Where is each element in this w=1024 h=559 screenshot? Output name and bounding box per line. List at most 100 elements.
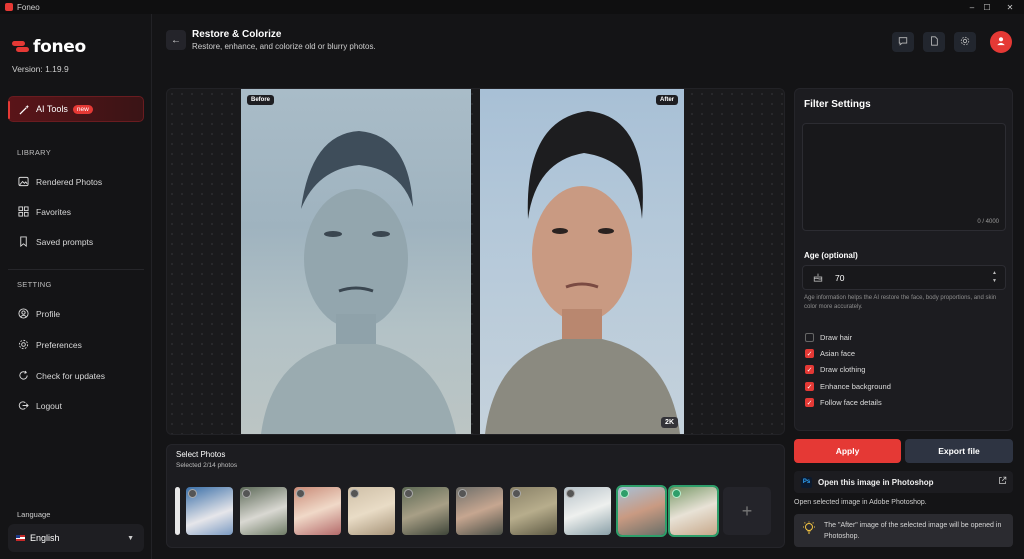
logout-icon [18, 400, 29, 411]
age-label: Age (optional) [804, 251, 858, 260]
photo-thumbnail[interactable] [348, 487, 395, 535]
option-enhance-background[interactable]: ✓ Enhance background [805, 382, 891, 391]
age-input[interactable]: 70 ▲ ▼ [802, 265, 1006, 290]
page-title: Restore & Colorize [192, 29, 282, 40]
sidebar-item-ai-tools[interactable]: AI Tools new [8, 96, 144, 122]
option-asian-face[interactable]: ✓ Asian face [805, 349, 855, 358]
sidebar-item-label: Logout [36, 400, 62, 411]
photoshop-info-box: The "After" image of the selected image … [794, 514, 1013, 547]
language-select[interactable]: English ▼ [8, 524, 144, 552]
chevron-down-icon: ▼ [127, 534, 134, 542]
photo-thumbnail[interactable] [240, 487, 287, 535]
document-button[interactable] [923, 32, 945, 52]
refresh-icon [18, 370, 29, 381]
lightbulb-icon [802, 521, 816, 540]
photo-thumbnail[interactable] [456, 487, 503, 535]
thumbnail-checkbox[interactable] [296, 489, 305, 498]
panel-title: Filter Settings [804, 99, 871, 110]
prompt-textarea[interactable]: 0 / 4000 [802, 123, 1006, 231]
checkbox-checked[interactable]: ✓ [805, 349, 814, 358]
sidebar: foneo Version: 1.19.9 AI Tools new LIBRA… [0, 14, 152, 559]
bookmark-icon [18, 236, 29, 247]
setting-heading: SETTING [17, 280, 52, 289]
stepper-arrows-icon[interactable]: ▲ ▼ [992, 269, 997, 285]
apply-button[interactable]: Apply [794, 439, 901, 463]
cake-icon [813, 272, 823, 284]
before-tag: Before [247, 95, 275, 105]
window-titlebar: Foneo – ☐ ✕ [0, 0, 1024, 14]
settings-button[interactable] [954, 32, 976, 52]
checkbox-checked[interactable]: ✓ [805, 365, 814, 374]
thumbnail-checkbox[interactable] [242, 489, 251, 498]
sidebar-item-label: Profile [36, 308, 61, 319]
thumbnail-checkbox[interactable] [566, 489, 575, 498]
tray-selection-count: Selected 2/14 photos [176, 462, 238, 469]
user-circle-icon [18, 308, 29, 319]
option-label: Draw hair [820, 333, 853, 342]
sidebar-item-label: Rendered Photos [36, 176, 103, 187]
checkbox[interactable] [805, 333, 814, 342]
option-draw-hair[interactable]: Draw hair [805, 333, 852, 342]
checkbox-checked[interactable]: ✓ [805, 382, 814, 391]
info-text: The "After" image of the selected image … [824, 521, 1002, 540]
library-heading: LIBRARY [17, 148, 52, 157]
window-title: Foneo [17, 2, 40, 12]
plus-icon: + [741, 500, 753, 521]
photo-thumbnail[interactable] [564, 487, 611, 535]
sidebar-item-saved-prompts[interactable]: Saved prompts [18, 236, 93, 247]
photo-thumbnail[interactable] [175, 487, 180, 535]
page-subtitle: Restore, enhance, and colorize old or bl… [192, 42, 376, 51]
feedback-button[interactable] [892, 32, 914, 52]
open-in-photoshop-button[interactable]: Ps Open this image in Photoshop [794, 471, 1013, 493]
magic-wand-icon [19, 104, 30, 115]
after-image: After 2K [480, 89, 684, 434]
avatar[interactable] [990, 31, 1012, 53]
language-label: Language [17, 510, 51, 519]
thumbnail-checkbox[interactable] [512, 489, 521, 498]
photo-thumbnail[interactable] [402, 487, 449, 535]
gear-icon [18, 339, 29, 350]
sidebar-item-favorites[interactable]: Favorites [18, 206, 71, 217]
thumbnail-checkbox-checked[interactable] [672, 489, 681, 498]
filter-settings-panel: Filter Settings 0 / 4000 Age (optional) … [794, 88, 1013, 431]
sidebar-item-rendered-photos[interactable]: Rendered Photos [18, 176, 102, 187]
age-value: 70 [835, 272, 845, 283]
logo-text: foneo [33, 37, 86, 57]
option-label: Draw clothing [820, 365, 866, 374]
sidebar-item-profile[interactable]: Profile [18, 308, 60, 319]
sidebar-item-label: Favorites [36, 206, 71, 217]
user-icon [996, 33, 1006, 51]
sidebar-item-check-updates[interactable]: Check for updates [18, 370, 105, 381]
sidebar-item-preferences[interactable]: Preferences [18, 339, 82, 350]
back-button[interactable]: ← [166, 30, 186, 50]
select-photos-tray: Select Photos Selected 2/14 photos + [166, 444, 785, 548]
language-value: English [30, 533, 60, 543]
photo-thumbnail[interactable] [186, 487, 233, 535]
option-follow-face-details[interactable]: ✓ Follow face details [805, 398, 882, 407]
add-photo-button[interactable]: + [723, 487, 771, 535]
close-window-button[interactable]: ✕ [995, 0, 1024, 14]
option-label: Asian face [820, 349, 856, 358]
thumbnail-list: + [175, 485, 775, 537]
thumbnail-checkbox[interactable] [458, 489, 467, 498]
export-file-button[interactable]: Export file [905, 439, 1013, 463]
sidebar-item-logout[interactable]: Logout [18, 400, 62, 411]
tray-title: Select Photos [176, 450, 226, 459]
checkbox-checked[interactable]: ✓ [805, 398, 814, 407]
gear-icon [960, 33, 970, 51]
thumbnail-checkbox[interactable] [350, 489, 359, 498]
image-compare-canvas: Before After 2K [166, 88, 785, 435]
character-counter: 0 / 4000 [977, 219, 999, 225]
thumbnail-checkbox[interactable] [404, 489, 413, 498]
thumbnail-checkbox[interactable] [188, 489, 197, 498]
photo-thumbnail-selected[interactable] [616, 485, 667, 537]
document-icon [929, 33, 939, 51]
photo-thumbnail[interactable] [294, 487, 341, 535]
new-badge: new [72, 104, 93, 114]
photo-thumbnail[interactable] [510, 487, 557, 535]
sidebar-item-label: Preferences [36, 339, 82, 350]
thumbnail-checkbox-checked[interactable] [620, 489, 629, 498]
option-draw-clothing[interactable]: ✓ Draw clothing [805, 365, 865, 374]
photo-thumbnail-selected[interactable] [668, 485, 719, 537]
us-flag-icon [16, 535, 25, 541]
